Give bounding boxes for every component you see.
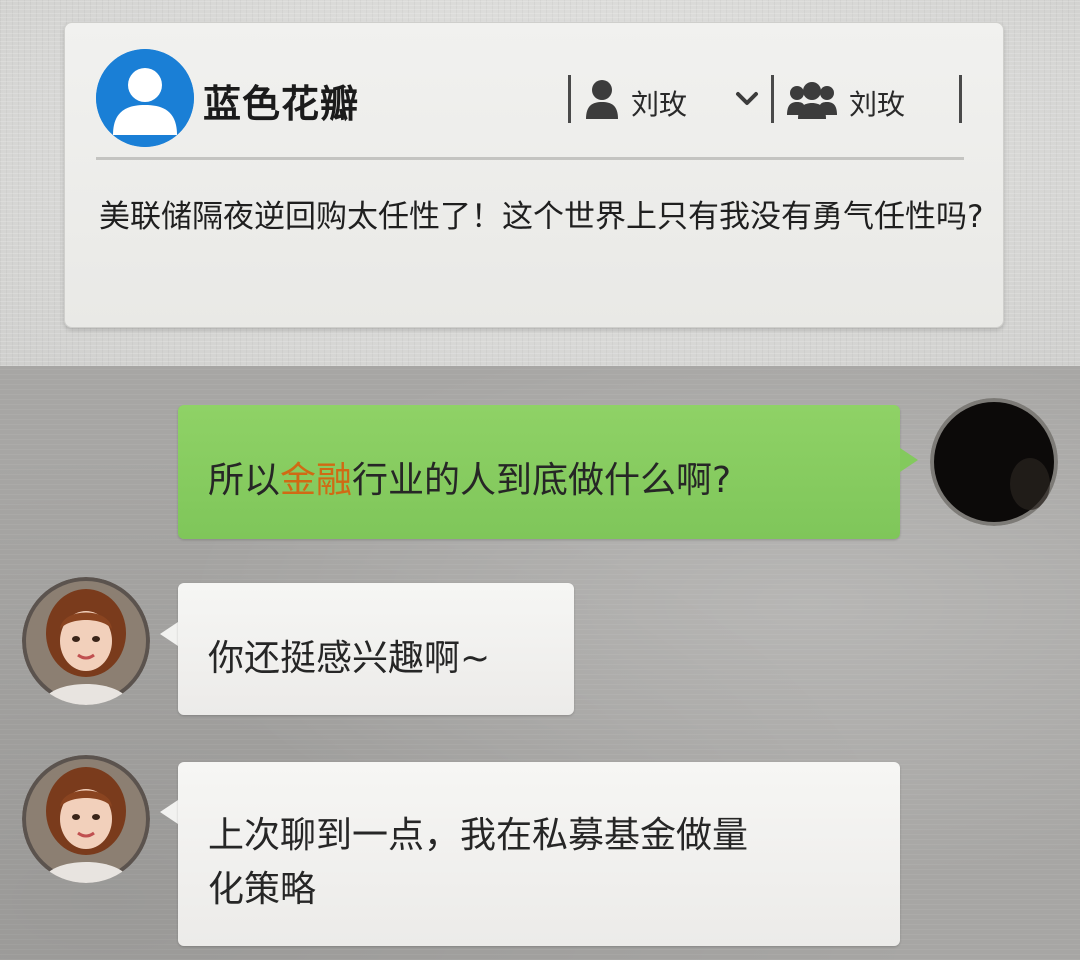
text-part: 行业的人到底做什么啊? bbox=[352, 460, 732, 501]
author-name: 刘玫 bbox=[631, 88, 688, 121]
message-text: 你还挺感兴趣啊~ bbox=[208, 638, 491, 679]
contact-message-bubble[interactable]: 上次聊到一点，我在私募基金做量 化策略 bbox=[178, 762, 900, 946]
bubble-tail bbox=[160, 622, 178, 646]
post-card: 蓝色花瓣 刘玫 刘玫 美联储隔夜逆回购太任性了！这个世界上只有我没有勇气任性吗? bbox=[64, 22, 1004, 328]
message-text-line: 化策略 bbox=[208, 869, 317, 910]
separator bbox=[959, 75, 962, 123]
highlighted-word: 金融 bbox=[280, 460, 353, 501]
group-name: 刘玫 bbox=[849, 88, 906, 121]
chevron-down-icon[interactable] bbox=[735, 91, 759, 111]
bubble-tail bbox=[900, 448, 918, 472]
separator bbox=[771, 75, 774, 123]
divider bbox=[96, 157, 964, 160]
user-icon bbox=[585, 79, 619, 123]
contact-avatar[interactable] bbox=[22, 755, 150, 883]
contact-avatar[interactable] bbox=[22, 577, 150, 705]
message-text-line: 上次聊到一点，我在私募基金做量 bbox=[208, 815, 749, 856]
message-text: 所以金融行业的人到底做什么啊? bbox=[208, 451, 731, 503]
nickname: 蓝色花瓣 bbox=[203, 82, 360, 126]
default-user-icon bbox=[96, 49, 194, 147]
separator bbox=[568, 75, 571, 123]
post-content: 美联储隔夜逆回购太任性了！这个世界上只有我没有勇气任性吗? bbox=[99, 199, 984, 235]
profile-avatar[interactable] bbox=[96, 49, 194, 147]
group-icon bbox=[787, 81, 837, 123]
my-message-bubble[interactable]: 所以金融行业的人到底做什么啊? bbox=[178, 405, 900, 539]
contact-message-bubble[interactable]: 你还挺感兴趣啊~ bbox=[178, 583, 574, 715]
bubble-tail bbox=[160, 800, 178, 824]
text-part: 所以 bbox=[208, 460, 281, 501]
my-avatar[interactable] bbox=[930, 398, 1058, 526]
